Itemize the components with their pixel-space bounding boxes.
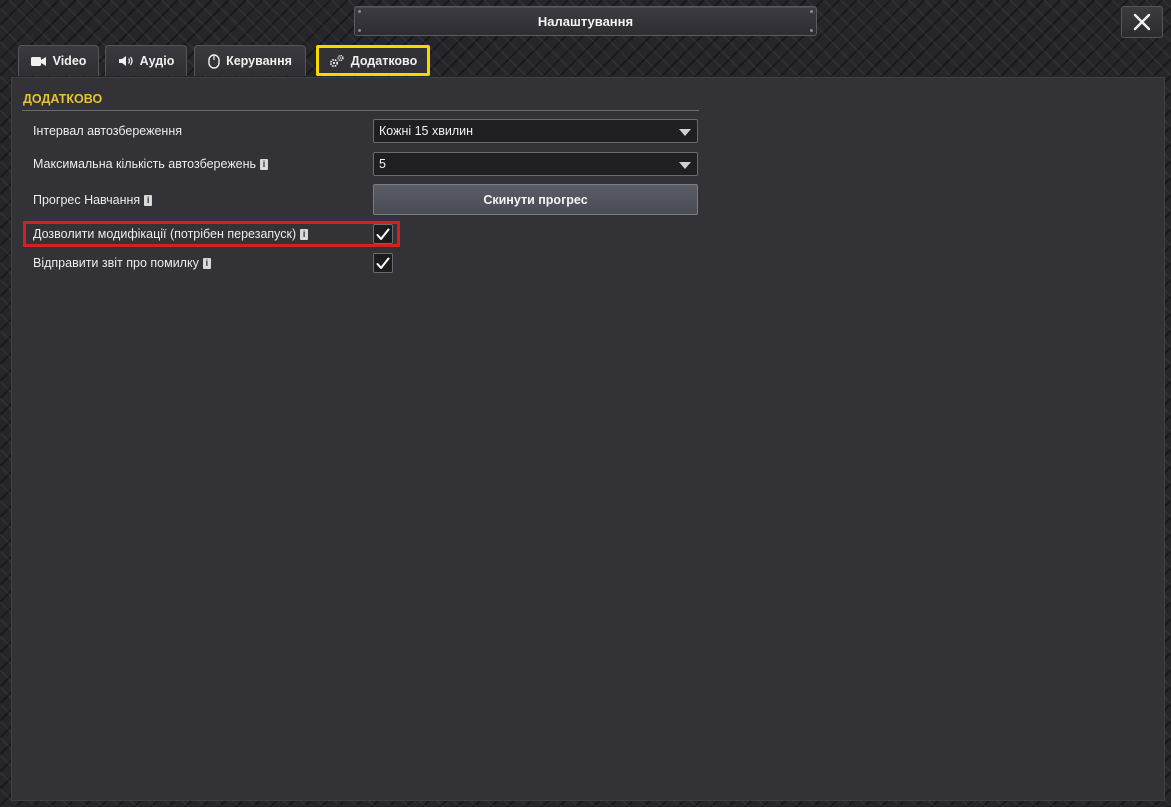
window-title-bar: Налаштування [354,6,817,36]
label-text: Прогрес Навчання [33,193,141,207]
window-title: Налаштування [537,13,634,29]
label-text: Відправити звіт про помилку [33,256,199,270]
send-bug-report-label: Відправити звіт про помилку i [33,256,211,270]
tab-audio[interactable]: Аудіо [105,45,187,76]
max-autosaves-dropdown[interactable]: 5 [373,152,698,176]
chevron-down-icon [679,162,691,169]
mouse-icon [208,53,220,69]
info-icon[interactable]: i [260,158,269,170]
allow-mods-checkbox[interactable] [373,224,393,244]
section-title: ДОДАТКОВО [23,92,103,106]
rivet-decoration [810,29,813,32]
tutorial-progress-label: Прогрес Навчання i [33,193,153,207]
label-text: Інтервал автозбереження [33,124,183,138]
checkmark-icon [376,228,390,240]
tab-video[interactable]: Video [18,45,99,76]
rivet-decoration [810,10,813,13]
max-autosaves-label: Максимальна кількість автозбережень i [33,157,269,171]
reset-progress-button[interactable]: Скинути прогрес [373,184,698,215]
tab-label: Керування [226,54,292,68]
dropdown-value: 5 [379,157,386,171]
tab-label: Додатково [350,54,418,68]
info-icon[interactable]: i [202,257,211,269]
chevron-down-icon [679,129,691,136]
tab-label: Аудіо [139,54,175,68]
video-camera-icon [30,56,46,66]
info-icon[interactable]: i [144,194,153,206]
rivet-decoration [358,10,361,13]
close-button[interactable] [1121,6,1163,38]
tab-label: Video [52,54,87,68]
autosave-interval-label: Інтервал автозбереження [33,124,182,138]
gears-icon [329,54,344,68]
settings-panel: ДОДАТКОВО Інтервал автозбереження Кожні … [11,77,1165,801]
autosave-interval-dropdown[interactable]: Кожні 15 хвилин [373,119,698,143]
section-divider [22,110,699,111]
info-icon[interactable]: i [300,228,309,240]
speaker-icon [118,56,133,66]
dropdown-value: Кожні 15 хвилин [379,124,474,138]
send-bug-report-checkbox[interactable] [373,253,393,273]
label-text: Максимальна кількість автозбережень [33,157,257,171]
close-icon [1133,13,1151,31]
tab-advanced[interactable]: Додатково [316,45,430,76]
label-text: Дозволити модифікації (потрібен перезапу… [33,227,297,241]
rivet-decoration [358,29,361,32]
checkmark-icon [376,257,390,269]
tab-controls[interactable]: Керування [194,45,306,76]
allow-mods-label: Дозволити модифікації (потрібен перезапу… [33,227,309,241]
